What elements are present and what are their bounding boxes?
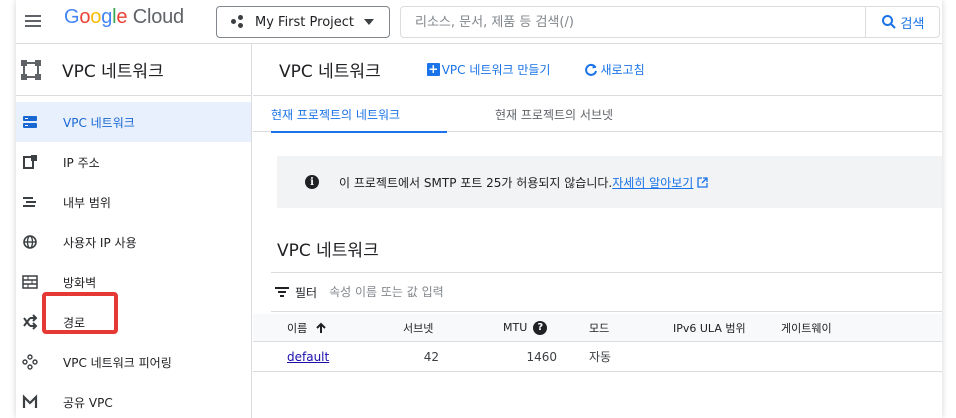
page-header: VPC 네트워크 + VPC 네트워크 만들기 새로고침 [253,44,942,96]
networks-table: 이름 서브넷 MTU ? 모드 IPv6 ULA 범위 게이트웨이 defaul… [253,314,942,372]
sidebar-item-firewall[interactable]: 방화벽 [16,262,251,302]
network-link-default[interactable]: default [287,350,329,364]
sidebar-header: VPC 네트워크 [16,44,251,96]
google-cloud-logo[interactable]: Google Cloud [64,6,184,29]
sort-ascending-icon [316,322,326,333]
sidebar-item-label: VPC 네트워크 피어링 [63,355,172,370]
sidebar-item-label: 공유 VPC [63,395,113,410]
ip-address-icon [21,153,39,171]
column-header-gateway[interactable]: 게이트웨이 [781,314,832,341]
top-bar: Google Cloud My First Project 검색 [16,0,942,44]
filter-button[interactable]: 필터 [275,284,317,301]
subnets-cell: 42 [423,349,439,364]
project-name: My First Project [255,14,355,30]
column-header-mode[interactable]: 모드 [589,314,609,341]
project-selector[interactable]: My First Project [216,6,390,38]
tab-networks-in-project[interactable]: 현재 프로젝트의 네트워크 [271,96,449,133]
create-vpc-network-label: VPC 네트워크 만들기 [441,63,551,77]
sidebar-item-label: 방화벽 [63,275,97,290]
globe-icon [21,233,39,251]
sidebar-item-routes[interactable]: 경로 [16,302,251,342]
tab-bar: 현재 프로젝트의 네트워크 현재 프로젝트의 서브넷 [253,96,942,133]
mtu-cell: 1460 [526,349,557,364]
search-button[interactable]: 검색 [865,6,939,38]
sidebar-item-label: VPC 네트워크 [63,115,135,130]
sidebar-item-byoip[interactable]: 사용자 IP 사용 [16,222,251,262]
add-icon: + [426,62,440,76]
network-name-cell: default [287,342,329,371]
mode-cell: 자동 [589,350,612,364]
sidebar-item-label: IP 주소 [63,155,100,170]
tab-label: 현재 프로젝트의 서브넷 [495,107,614,122]
vpc-network-icon [21,113,39,131]
table-header: 이름 서브넷 MTU ? 모드 IPv6 ULA 범위 게이트웨이 [253,314,942,342]
sidebar-item-label: 사용자 IP 사용 [63,235,137,250]
column-header-mtu[interactable]: MTU ? [503,314,548,341]
sidebar-item-label: 내부 범위 [63,195,111,210]
table-row: default 42 1460 자동 [253,342,942,372]
sidebar-item-label: 경로 [63,315,86,330]
filter-label: 필터 [295,285,318,300]
peering-icon [21,353,39,371]
help-icon[interactable]: ? [533,320,548,335]
caret-down-icon [364,19,375,25]
internal-range-icon [21,193,39,211]
hamburger-menu-icon[interactable] [22,10,44,32]
routes-icon [21,313,39,331]
page-title: VPC 네트워크 [279,62,381,82]
sidebar-item-vpc-networks[interactable]: VPC 네트워크 [16,102,251,142]
column-header-subnets[interactable]: 서브넷 [403,314,433,341]
search-icon [881,15,896,29]
vpc-product-icon [21,59,41,80]
shared-vpc-icon [21,393,39,411]
info-icon: i [305,175,319,189]
tab-label: 현재 프로젝트의 네트워크 [271,107,401,122]
section-title: VPC 네트워크 [277,241,379,261]
sidebar: VPC 네트워크 VPC 네트워크 IP 주소 내부 범위 사용자 IP 사용 [16,44,252,418]
filter-input[interactable] [329,285,630,299]
project-dots-icon [231,15,245,29]
search-input[interactable] [401,7,861,37]
sidebar-item-ip-addresses[interactable]: IP 주소 [16,142,251,182]
console-window: Google Cloud My First Project 검색 [16,0,942,418]
sidebar-title: VPC 네트워크 [62,62,164,82]
search-button-label: 검색 [900,16,925,32]
filter-icon [275,287,289,297]
sidebar-item-peering[interactable]: VPC 네트워크 피어링 [16,342,251,382]
smtp-info-banner: i 이 프로젝트에서 SMTP 포트 25가 허용되지 않습니다. 자세히 알아… [277,156,942,208]
refresh-button[interactable]: 새로고침 [584,61,645,78]
main-content: VPC 네트워크 + VPC 네트워크 만들기 새로고침 현재 프로젝트의 네트… [253,44,942,418]
filter-bar: 필터 [271,272,942,312]
column-header-ipv6[interactable]: IPv6 ULA 범위 [673,314,746,341]
banner-message: 이 프로젝트에서 SMTP 포트 25가 허용되지 않습니다. [339,175,613,190]
sidebar-item-shared-vpc[interactable]: 공유 VPC [16,382,251,418]
column-header-name[interactable]: 이름 [287,314,327,341]
learn-more-link[interactable]: 자세히 알아보기 [612,174,693,191]
refresh-label: 새로고침 [600,63,645,77]
firewall-icon [21,273,39,291]
refresh-icon [585,63,598,76]
create-vpc-network-button[interactable]: + VPC 네트워크 만들기 [426,61,551,78]
external-link-icon [697,176,708,188]
sidebar-item-internal-ranges[interactable]: 내부 범위 [16,182,251,222]
search-bar: 검색 [400,6,940,38]
tab-subnets-in-project[interactable]: 현재 프로젝트의 서브넷 [495,96,613,132]
